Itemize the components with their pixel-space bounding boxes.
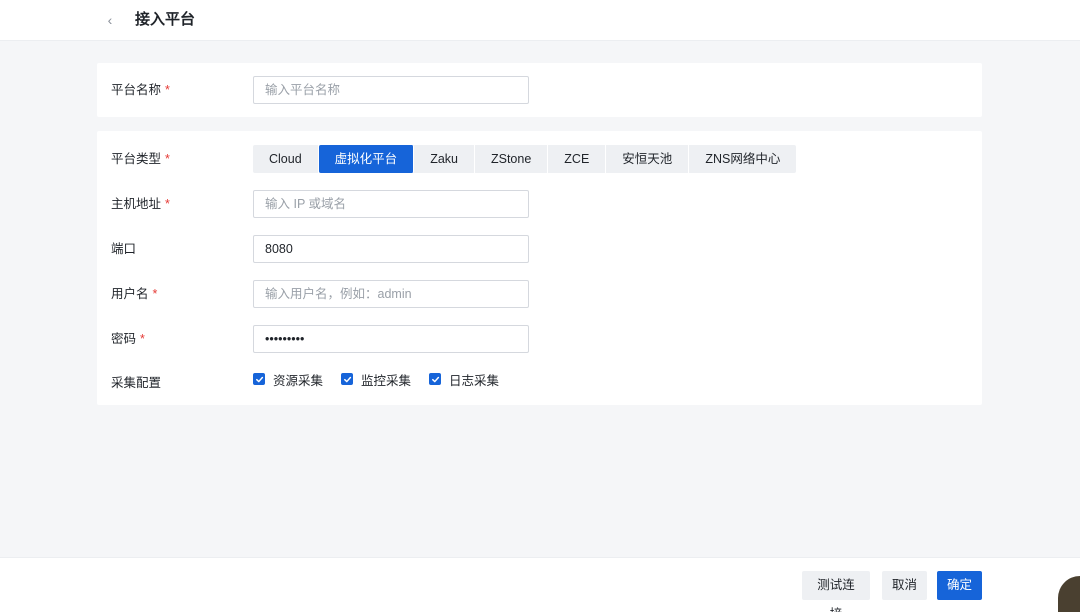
collection-label: 采集配置 [111,376,162,390]
platform-type-option-zns[interactable]: ZNS网络中心 [689,145,796,173]
cancel-button[interactable]: 取消 [882,571,927,600]
required-mark: * [165,152,170,166]
platform-type-option-zce[interactable]: ZCE [548,145,607,173]
platform-name-card: 平台名称 * [97,63,982,117]
platform-type-label: 平台类型 * [111,152,170,166]
required-mark: * [165,197,170,211]
platform-type-row: 平台类型 * Cloud 虚拟化平台 Zaku ZStone ZCE 安恒天池 Z… [97,145,982,173]
username-label: 用户名 * [111,287,158,301]
footer-bar: 测试连接 取消 确定 [0,557,1080,612]
test-connection-button[interactable]: 测试连接 [802,571,870,612]
checkbox-label: 监控采集 [361,373,412,388]
required-mark: * [140,332,145,346]
platform-type-option-zstone[interactable]: ZStone [475,145,549,173]
host-row: 主机地址 * [97,190,982,218]
password-label: 密码 * [111,332,145,346]
checkbox-checked-icon [253,373,265,385]
checkbox-checked-icon [429,373,442,385]
required-mark: * [152,287,158,301]
checkbox-checked-icon [341,373,354,385]
collection-checkboxes: 资源采集 监控采集 日志采集 [253,365,517,393]
platform-name-input[interactable] [253,76,529,104]
top-bar: ‹ 接入平台 [0,0,1080,41]
platform-type-selector: Cloud 虚拟化平台 Zaku ZStone ZCE 安恒天池 ZNS网络中心 [253,145,797,173]
username-input[interactable] [253,280,529,308]
confirm-button[interactable]: 确定 [937,571,982,600]
monitor-collection-checkbox[interactable]: 监控采集 [341,370,411,389]
resource-collection-checkbox[interactable]: 资源采集 [253,370,323,389]
checkbox-label: 日志采集 [449,373,500,388]
log-collection-checkbox[interactable]: 日志采集 [429,370,499,389]
chevron-left-icon[interactable]: ‹ [100,10,120,30]
checkbox-label: 资源采集 [273,373,324,388]
platform-config-card: 平台类型 * Cloud 虚拟化平台 Zaku ZStone ZCE 安恒天池 Z… [97,131,982,405]
platform-name-label: 平台名称 * [111,83,170,97]
page-title: 接入平台 [135,11,196,28]
platform-type-option-cloud[interactable]: Cloud [253,145,319,173]
platform-type-option-virtualization[interactable]: 虚拟化平台 [318,145,415,173]
port-label: 端口 [111,242,137,256]
username-row: 用户名 * [97,280,982,308]
platform-type-option-zaku[interactable]: Zaku [414,145,475,173]
host-input[interactable] [253,190,529,218]
password-row: 密码 * [97,325,982,353]
required-mark: * [165,83,170,97]
port-row: 端口 [97,235,982,263]
host-label: 主机地址 * [111,197,170,211]
platform-type-option-anheng[interactable]: 安恒天池 [606,145,690,173]
platform-name-row: 平台名称 * [97,76,982,104]
collection-row: 采集配置 资源采集 监控采集 日志采集 [97,365,982,393]
password-input[interactable] [253,325,529,353]
port-input[interactable] [253,235,529,263]
